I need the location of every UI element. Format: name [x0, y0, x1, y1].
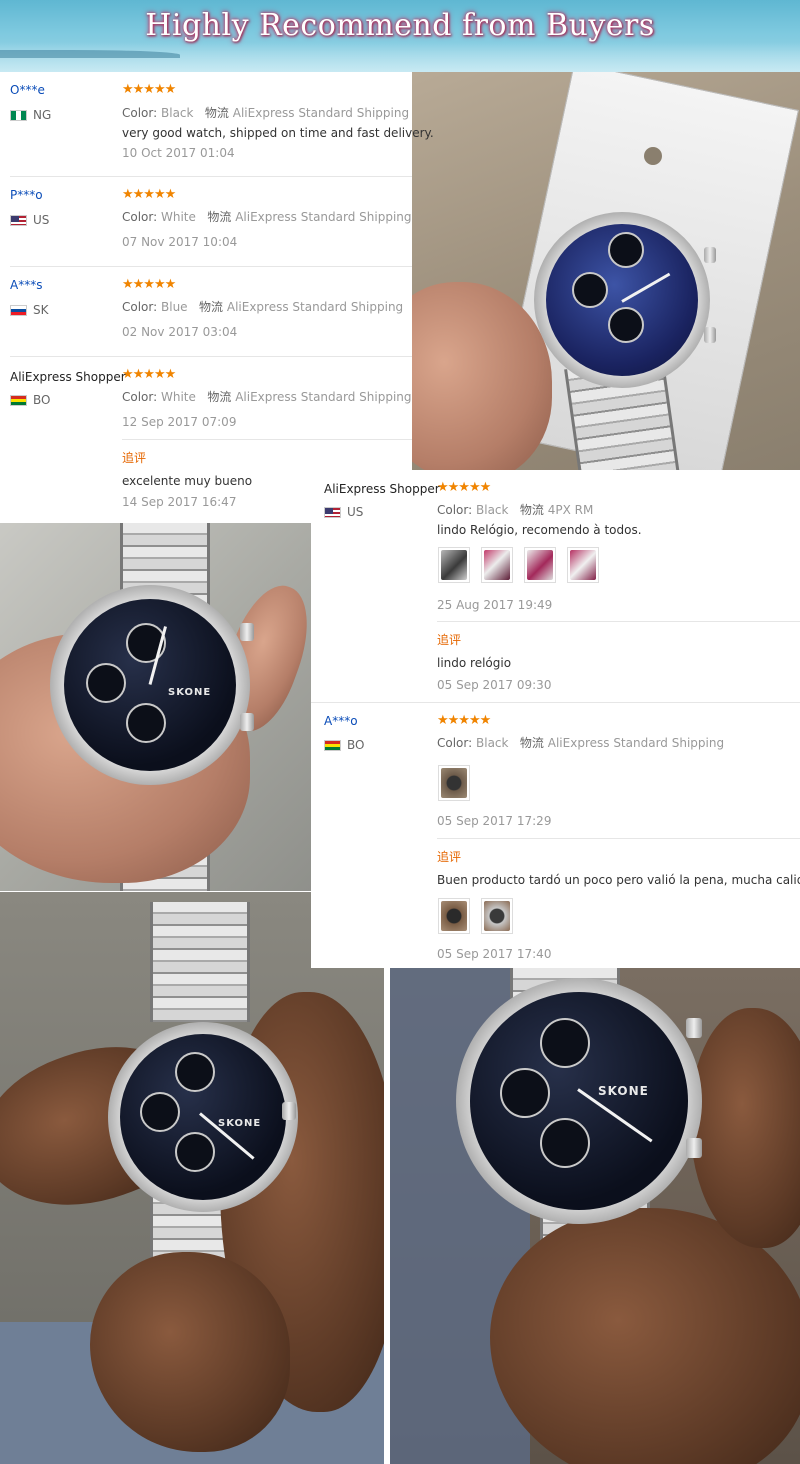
order-info: Color: Black 物流 4PX RM: [437, 503, 594, 517]
reviewer-name[interactable]: A***s: [10, 278, 42, 292]
photo-watch-in-package: [412, 72, 800, 470]
reviewer-name[interactable]: A***o: [324, 714, 358, 728]
review-card: O***e NG ★★★★★ Color: Black 物流 AliExpres…: [0, 72, 434, 176]
review-date: 25 Aug 2017 19:49: [437, 598, 553, 612]
followup-text: lindo relógio: [437, 656, 512, 670]
star-rating: ★★★★★: [122, 82, 176, 97]
review-text: very good watch, shipped on time and fas…: [122, 126, 434, 140]
review-card: P***o US ★★★★★ Color: White 物流 AliExpres…: [0, 177, 412, 267]
order-info: Color: White 物流 AliExpress Standard Ship…: [122, 390, 412, 404]
order-info: Color: Black 物流 AliExpress Standard Ship…: [437, 736, 725, 750]
additional-feedback-label: 追评: [437, 633, 462, 647]
reviewer-country: SK: [10, 303, 49, 317]
review-text: lindo Relógio, recomendo à todos.: [437, 523, 642, 537]
star-rating: ★★★★★: [437, 480, 491, 495]
followup-text: Buen producto tardó un poco pero valió l…: [437, 873, 800, 887]
watch-brand: SKONE: [598, 1084, 649, 1098]
followup-date: 14 Sep 2017 16:47: [122, 495, 237, 509]
reviewer-country: US: [10, 213, 49, 227]
review-date: 10 Oct 2017 01:04: [122, 146, 235, 160]
followup-date: 05 Sep 2017 09:30: [437, 678, 552, 692]
divider: [122, 439, 412, 440]
flag-us-icon: [10, 214, 27, 226]
banner: Highly Recommend from Buyers: [0, 0, 800, 72]
photo-watch-held-right: SKONE: [390, 968, 800, 1464]
reviewer-name[interactable]: O***e: [10, 83, 45, 97]
review-card: A***s SK ★★★★★ Color: Blue 物流 AliExpress…: [0, 267, 412, 357]
review-date: 12 Sep 2017 07:09: [122, 415, 237, 429]
review-photo-thumbnail[interactable]: [481, 898, 513, 934]
reviewer-country: NG: [10, 108, 51, 122]
flag-ng-icon: [10, 109, 27, 121]
flag-bo-icon: [10, 394, 27, 406]
review-panel-right: AliExpress Shopper US ★★★★★ Color: Black…: [311, 470, 800, 968]
reviewer-country: BO: [324, 738, 364, 752]
banner-title: Highly Recommend from Buyers: [145, 8, 655, 43]
review-photo-thumbnail[interactable]: [438, 547, 470, 583]
reviewer-country: BO: [10, 393, 50, 407]
reviewer-country: US: [324, 505, 363, 519]
review-date: 05 Sep 2017 17:29: [437, 814, 552, 828]
flag-us-icon: [324, 506, 341, 518]
reviewer-name[interactable]: AliExpress Shopper: [10, 370, 126, 384]
reviewer-name[interactable]: P***o: [10, 188, 43, 202]
additional-feedback-label: 追评: [437, 850, 462, 864]
flag-bo-icon: [324, 739, 341, 751]
review-panel-left: O***e NG ★★★★★ Color: Black 物流 AliExpres…: [0, 72, 434, 522]
review-photo-thumbnail[interactable]: [438, 898, 470, 934]
watch-brand: SKONE: [168, 687, 212, 698]
photo-watch-held-left: SKONE: [0, 892, 384, 1464]
banner-shore: [0, 50, 180, 58]
reviewer-name[interactable]: AliExpress Shopper: [324, 482, 440, 496]
review-card: AliExpress Shopper US ★★★★★ Color: Black…: [311, 470, 800, 702]
star-rating: ★★★★★: [122, 367, 176, 382]
review-card: A***o BO ★★★★★ Color: Black 物流 AliExpres…: [311, 703, 800, 968]
order-info: Color: Black 物流 AliExpress Standard Ship…: [122, 106, 410, 120]
review-photo-thumbnail[interactable]: [567, 547, 599, 583]
divider: [437, 621, 800, 622]
review-date: 07 Nov 2017 10:04: [122, 235, 238, 249]
review-date: 02 Nov 2017 03:04: [122, 325, 238, 339]
order-info: Color: Blue 物流 AliExpress Standard Shipp…: [122, 300, 404, 314]
review-photo-thumbnail[interactable]: [481, 547, 513, 583]
followup-date: 05 Sep 2017 17:40: [437, 947, 552, 961]
star-rating: ★★★★★: [437, 713, 491, 728]
star-rating: ★★★★★: [122, 277, 176, 292]
review-photo-thumbnail[interactable]: [438, 765, 470, 801]
divider: [437, 838, 800, 839]
order-info: Color: White 物流 AliExpress Standard Ship…: [122, 210, 412, 224]
review-photo-thumbnail[interactable]: [524, 547, 556, 583]
photo-watch-on-palm: SKONE: [0, 523, 311, 891]
watch-brand: SKONE: [218, 1118, 262, 1129]
star-rating: ★★★★★: [122, 187, 176, 202]
additional-feedback-label: 追评: [122, 451, 147, 465]
flag-sk-icon: [10, 304, 27, 316]
followup-text: excelente muy bueno: [122, 474, 253, 488]
